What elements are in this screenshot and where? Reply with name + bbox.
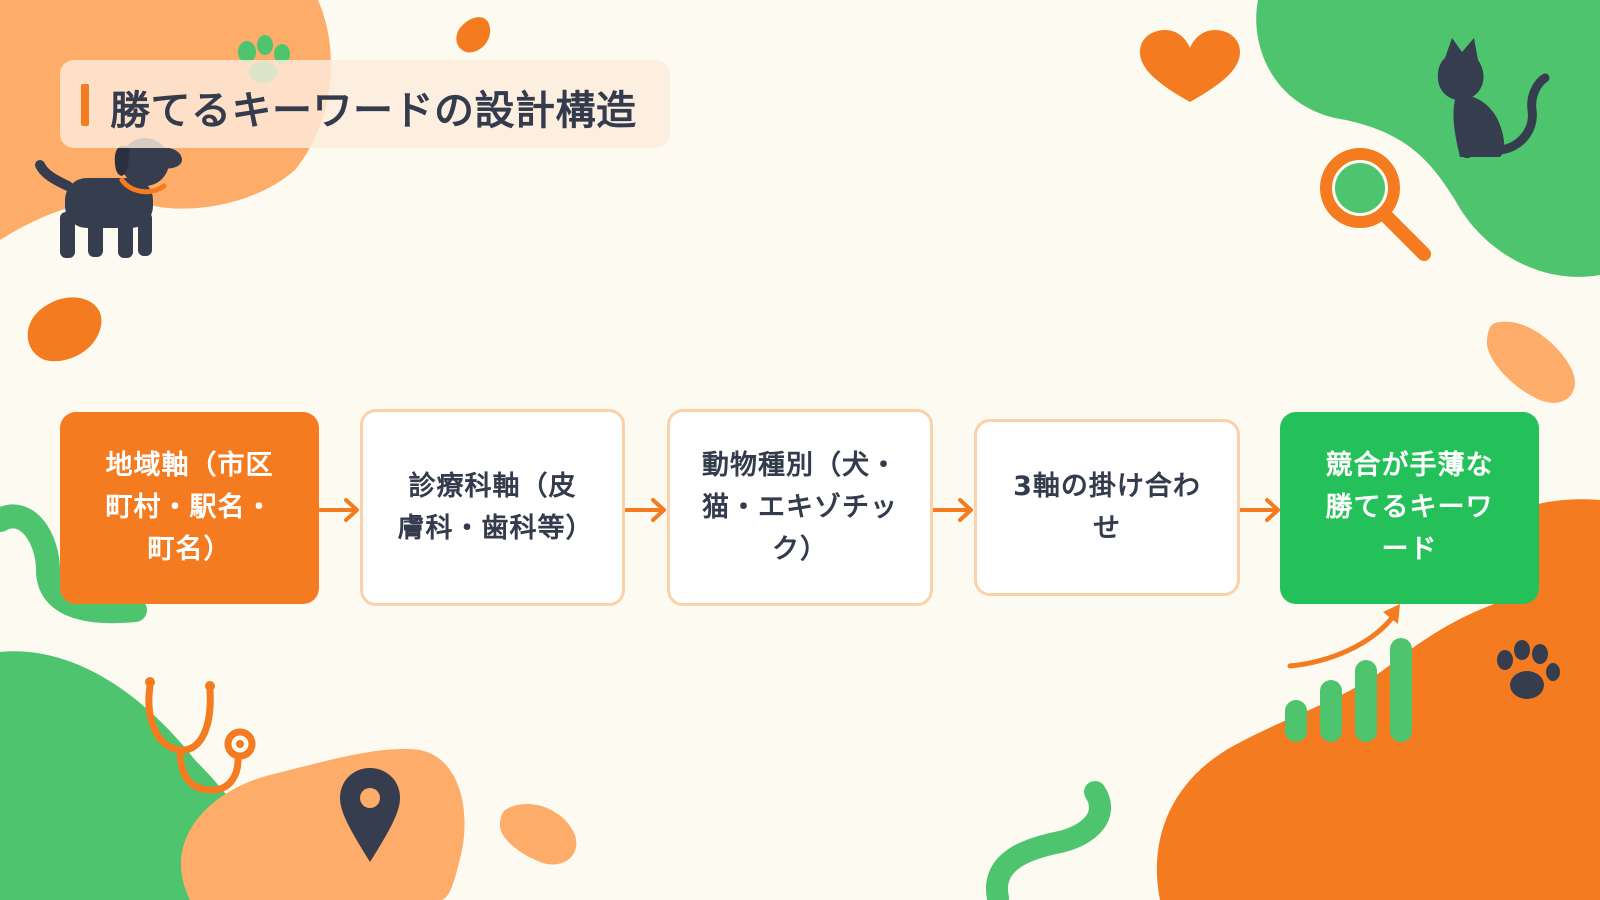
trend-arrow-icon [1287,604,1400,669]
flow-step-label: 動物種別（犬・猫・エキゾチック） [702,449,898,565]
flow-step-label: 診療科軸（皮膚科・歯科等） [397,470,594,544]
magnifier-icon [1320,148,1431,261]
flow-step-label: 3軸の掛け合わせ [1013,470,1201,544]
slide: 勝てるキーワードの設計構造 地域軸（市区町村・駅名・町名） 診療科軸（皮膚科・歯… [0,0,1600,900]
page-title: 勝てるキーワードの設計構造 [110,88,637,134]
flow-step-label: 競合が手薄な勝てるキーワード [1325,450,1494,565]
arrow-right-icon [318,498,359,522]
arrow-right-icon [1239,498,1280,522]
title-accent-bar [81,84,89,126]
bean-left [27,297,102,362]
flow-step-region-axis: 地域軸（市区町村・駅名・町名） [60,412,319,604]
arrow-right-icon [932,498,973,522]
flow-step-department-axis: 診療科軸（皮膚科・歯科等） [360,409,625,606]
squiggle-bottom [986,781,1111,900]
leaf-top [456,17,491,53]
heart-icon [1140,30,1240,102]
flow-step-label: 地域軸（市区町村・駅名・町名） [105,450,274,565]
title-box: 勝てるキーワードの設計構造 [60,60,670,148]
bean-right [1486,321,1575,403]
flow-step-animal-type: 動物種別（犬・猫・エキゾチック） [667,409,933,606]
blob-top-right [1256,0,1600,277]
flow-step-combination: 3軸の掛け合わせ [974,419,1240,596]
bean-bottom [500,804,577,865]
blob-bottom-center-left [181,749,465,900]
flow-step-winning-keyword: 競合が手薄な勝てるキーワード [1280,412,1539,604]
arrow-right-icon [624,498,666,522]
